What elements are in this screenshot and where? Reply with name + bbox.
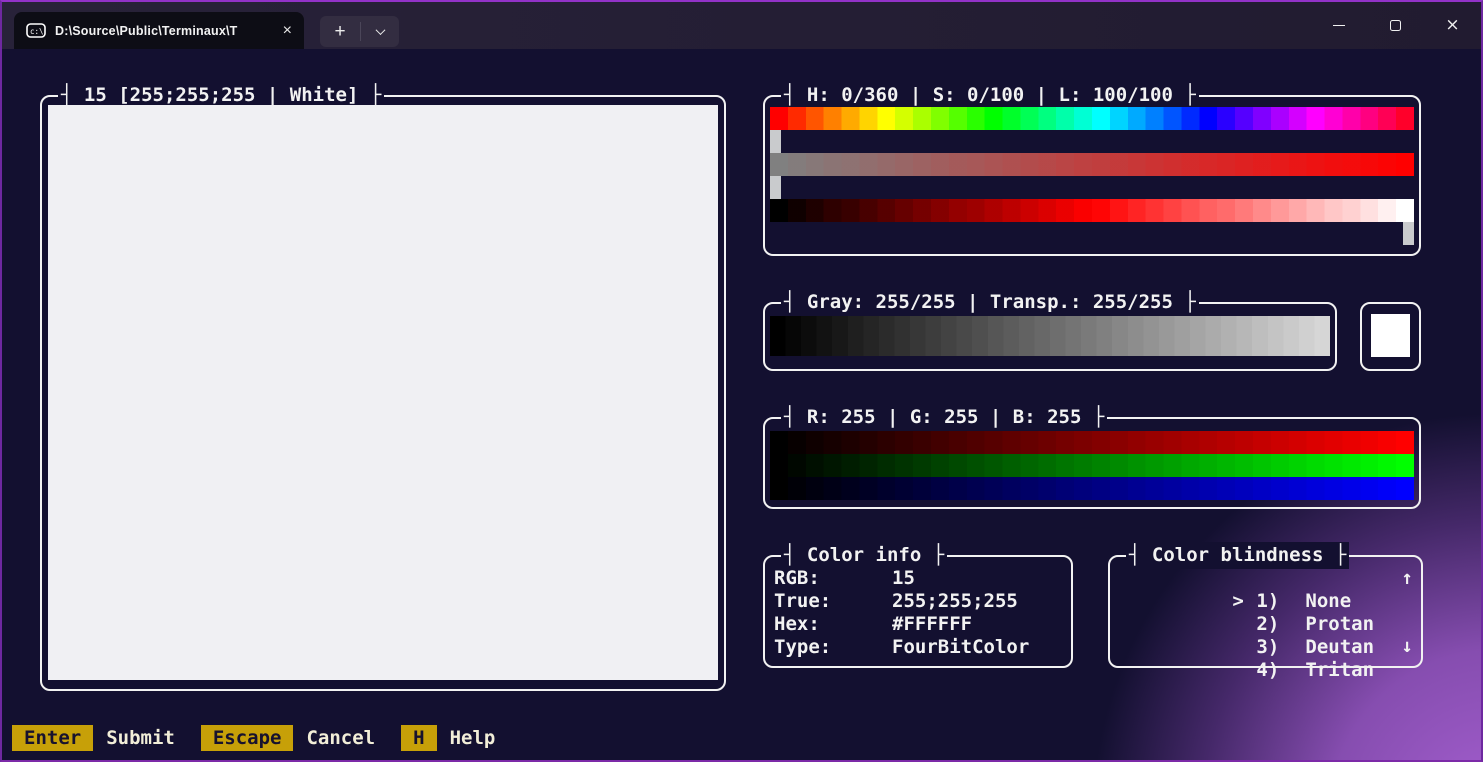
color-blindness-title: ┤ Color blindness ├ xyxy=(1126,542,1349,569)
info-label: True: xyxy=(774,590,892,613)
hint-action-label: Help xyxy=(450,725,496,751)
green-slider[interactable] xyxy=(770,454,1414,477)
new-tab-controls: + xyxy=(320,16,399,47)
window-controls: × xyxy=(1310,2,1481,49)
tab-close-icon[interactable]: × xyxy=(283,23,292,39)
red-slider[interactable] xyxy=(770,431,1414,454)
selection-marker xyxy=(1232,636,1256,659)
lightness-slider[interactable] xyxy=(770,199,1414,222)
hint-action-label: Submit xyxy=(106,725,175,751)
saturation-slider-thumb[interactable] xyxy=(770,176,781,199)
hsl-sliders-box: ┤ H: 0/360 | S: 0/100 | L: 100/100 ├ xyxy=(763,95,1421,256)
maximize-icon xyxy=(1390,20,1401,31)
item-number: 1) xyxy=(1256,590,1305,613)
hint-help: H Help xyxy=(401,725,495,751)
tab-title: D:\Source\Public\Terminaux\T xyxy=(55,24,238,38)
gray-slider[interactable] xyxy=(770,316,1330,356)
info-row-hex: Hex:#FFFFFF xyxy=(774,613,1067,636)
hue-slider[interactable] xyxy=(770,107,1414,130)
hint-cancel: Escape Cancel xyxy=(201,725,375,751)
info-value: FourBitColor xyxy=(892,636,1029,658)
selection-marker: > xyxy=(1232,590,1256,613)
item-number: 3) xyxy=(1256,636,1305,659)
close-button[interactable]: × xyxy=(1424,2,1481,49)
keybinding-hints: Enter Submit Escape Cancel H Help xyxy=(12,725,495,751)
command-prompt-icon: c:\ xyxy=(26,23,46,38)
lightness-slider-thumb[interactable] xyxy=(1403,222,1414,245)
new-tab-button[interactable]: + xyxy=(320,22,360,41)
minimize-button[interactable] xyxy=(1310,2,1367,49)
chevron-down-icon xyxy=(375,25,385,35)
enter-key-badge[interactable]: Enter xyxy=(12,725,93,751)
scroll-up-icon[interactable]: ↑ xyxy=(1402,567,1413,590)
terminal-content: ┤ 15 [255;255;255 | White] ├ ┤ H: 0/360 … xyxy=(2,49,1481,760)
info-row-true: True:255;255;255 xyxy=(774,590,1067,613)
terminal-window: c:\ D:\Source\Public\Terminaux\T × + × ┤… xyxy=(0,0,1483,762)
blue-slider[interactable] xyxy=(770,477,1414,500)
close-icon: × xyxy=(1445,17,1459,34)
color-blindness-list: >1)None 2)Protan 3)Deutan 4)Tritan xyxy=(1118,567,1374,659)
hue-slider-thumb[interactable] xyxy=(770,130,781,153)
item-label: None xyxy=(1305,590,1351,612)
help-key-badge[interactable]: H xyxy=(401,725,436,751)
info-label: RGB: xyxy=(774,567,892,590)
color-info-title: ┤ Color info ├ xyxy=(781,542,947,569)
info-value: #FFFFFF xyxy=(892,613,972,635)
item-label: Deutan xyxy=(1305,636,1374,658)
svg-text:c:\: c:\ xyxy=(30,27,44,36)
info-value: 255;255;255 xyxy=(892,590,1018,612)
info-label: Hex: xyxy=(774,613,892,636)
hint-action-label: Cancel xyxy=(306,725,375,751)
color-preview-box: ┤ 15 [255;255;255 | White] ├ xyxy=(40,95,726,691)
terminal-tab[interactable]: c:\ D:\Source\Public\Terminaux\T × xyxy=(14,12,304,49)
scroll-down-icon[interactable]: ↓ xyxy=(1402,635,1413,658)
gray-transparency-box: ┤ Gray: 255/255 | Transp.: 255/255 ├ xyxy=(763,302,1337,371)
rgb-title: ┤ R: 255 | G: 255 | B: 255 ├ xyxy=(781,404,1107,431)
color-preview-swatch xyxy=(48,105,718,680)
gray-title: ┤ Gray: 255/255 | Transp.: 255/255 ├ xyxy=(781,289,1199,316)
titlebar: c:\ D:\Source\Public\Terminaux\T × + × xyxy=(2,2,1481,49)
maximize-button[interactable] xyxy=(1367,2,1424,49)
item-label: Protan xyxy=(1305,613,1374,635)
rgb-sliders-box: ┤ R: 255 | G: 255 | B: 255 ├ xyxy=(763,417,1421,509)
minimize-icon xyxy=(1333,25,1345,26)
info-row-rgb: RGB:15 xyxy=(774,567,1067,590)
hint-submit: Enter Submit xyxy=(12,725,175,751)
item-number: 4) xyxy=(1256,659,1305,682)
item-label: Tritan xyxy=(1305,659,1374,681)
color-blindness-box: ┤ Color blindness ├ >1)None 2)Protan 3)D… xyxy=(1108,555,1423,668)
saturation-slider[interactable] xyxy=(770,153,1414,176)
item-number: 2) xyxy=(1256,613,1305,636)
current-color-swatch-box xyxy=(1360,302,1421,371)
tab-dropdown-button[interactable] xyxy=(361,28,399,35)
blindness-item-none[interactable]: >1)None xyxy=(1118,567,1374,590)
current-color-swatch xyxy=(1371,314,1410,357)
info-row-type: Type:FourBitColor xyxy=(774,636,1067,659)
selection-marker xyxy=(1232,613,1256,636)
escape-key-badge[interactable]: Escape xyxy=(201,725,294,751)
info-label: Type: xyxy=(774,636,892,659)
hsl-title: ┤ H: 0/360 | S: 0/100 | L: 100/100 ├ xyxy=(781,82,1199,109)
color-info-rows: RGB:15 True:255;255;255 Hex:#FFFFFF Type… xyxy=(774,567,1067,659)
color-info-box: ┤ Color info ├ RGB:15 True:255;255;255 H… xyxy=(763,555,1073,668)
info-value: 15 xyxy=(892,567,915,589)
selection-marker xyxy=(1232,659,1256,682)
